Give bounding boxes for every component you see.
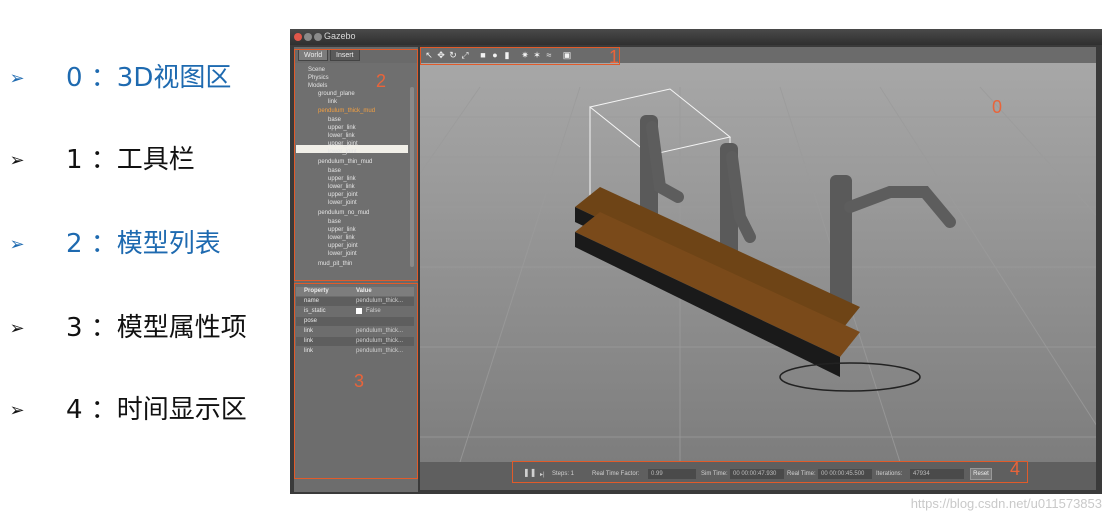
- model-list-highlight-box: [294, 49, 418, 281]
- gazebo-window: Gazebo World Insert Scene Physics Models…: [290, 29, 1102, 494]
- arrow-bullet-icon: ➢: [9, 68, 25, 88]
- legend-label: 0 ：3D视图区: [66, 63, 232, 93]
- time-bar-highlight-box: [512, 461, 1028, 483]
- legend: ➢ 0 ：3D视图区 ➢ 1 ：工具栏 ➢ 2 ：模型列表 ➢ 3 ：模型属性项…: [0, 0, 285, 515]
- arrow-bullet-icon: ➢: [9, 400, 25, 420]
- arrow-bullet-icon: ➢: [9, 150, 25, 170]
- window-titlebar: Gazebo: [290, 29, 1102, 45]
- window-title: Gazebo: [324, 31, 356, 41]
- marker-2: 2: [376, 71, 387, 91]
- marker-3: 3: [354, 371, 365, 391]
- marker-1: 1: [609, 47, 620, 67]
- marker-0: 0: [992, 97, 1003, 117]
- toolbar-highlight-box: [420, 47, 620, 65]
- legend-label: 4 ：时间显示区: [66, 395, 247, 425]
- legend-label: 2 ：模型列表: [66, 229, 221, 259]
- watermark: https://blog.csdn.net/u011573853: [910, 496, 1102, 511]
- close-window-icon[interactable]: [294, 33, 302, 41]
- marker-4: 4: [1010, 459, 1021, 479]
- arrow-bullet-icon: ➢: [9, 234, 25, 254]
- maximize-window-icon[interactable]: [314, 33, 322, 41]
- legend-label: 3 ：模型属性项: [66, 313, 247, 343]
- minimize-window-icon[interactable]: [304, 33, 312, 41]
- legend-label: 1 ：工具栏: [66, 145, 195, 175]
- arrow-bullet-icon: ➢: [9, 318, 25, 338]
